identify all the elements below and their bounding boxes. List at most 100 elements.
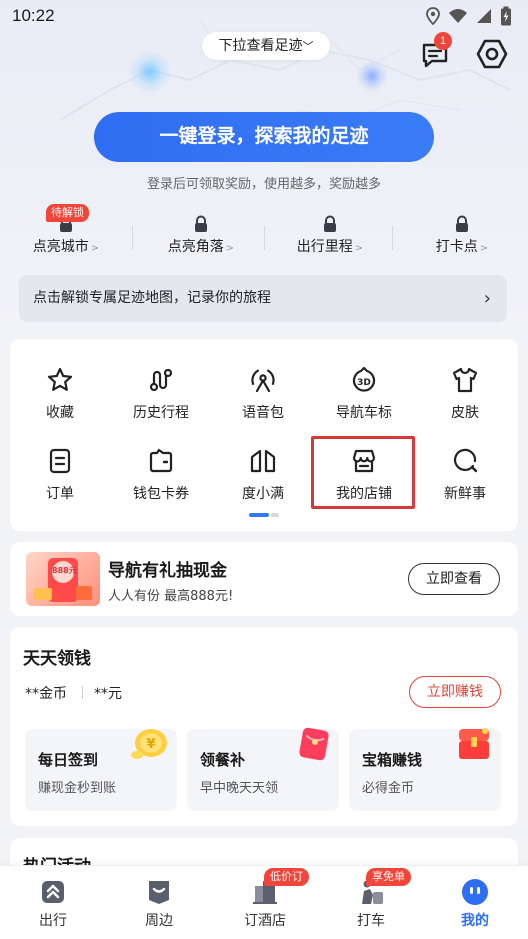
earn-now-button[interactable]: 立即赚钱: [409, 676, 501, 708]
pull-down-footprint-hint[interactable]: 下拉查看足迹﹀: [202, 32, 330, 60]
func-navigation-car-logo[interactable]: 3D 导航车标: [314, 366, 414, 436]
stat-label: 打卡点: [435, 239, 478, 255]
func-label: 皮肤: [451, 405, 479, 421]
task-title: 领餐补: [200, 751, 246, 769]
promo-title: 导航有礼抽现金: [108, 561, 227, 581]
route-icon: [149, 368, 173, 392]
chevron-down-icon: ﹀: [302, 40, 314, 53]
stat-label: 点亮角落: [167, 239, 224, 255]
unlock-footprint-map-banner[interactable]: 点击解锁专属足迹地图，记录你的旅程 ›: [19, 275, 507, 322]
func-label: 钱包卡券: [133, 486, 189, 502]
earn-title: 天天领钱: [23, 649, 91, 669]
message-badge: 1: [434, 32, 452, 50]
duxiaoman-icon: [250, 449, 276, 473]
balance-divider: [82, 686, 83, 699]
nav-nearby[interactable]: 周边: [106, 866, 212, 939]
nav-hotel[interactable]: 订酒店 低价订: [212, 866, 318, 939]
grid-page-indicator: [249, 513, 279, 517]
func-skin[interactable]: 皮肤: [415, 366, 515, 436]
stat-divider: [392, 226, 393, 250]
wifi-icon: [449, 9, 467, 23]
taxi-free-ride-badge: 享免单: [366, 868, 411, 886]
func-orders[interactable]: 订单: [10, 447, 110, 517]
view-now-button[interactable]: 立即查看: [408, 563, 500, 595]
svg-text:¥: ¥: [146, 737, 155, 752]
task-subtitle: 必得金币: [362, 781, 415, 796]
cash-balance: **元: [94, 686, 122, 702]
nav-label: 订酒店: [244, 913, 286, 929]
nav-label: 出行: [39, 913, 67, 929]
promo-card[interactable]: 888元 导航有礼抽现金 人人有份 最高888元! 立即查看: [10, 542, 518, 616]
gold-coin-icon: ¥: [131, 729, 167, 759]
status-bar: 10:22: [0, 0, 528, 30]
stat-lit-corners[interactable]: 点亮角落 >: [135, 208, 267, 262]
promo-image: 888元: [26, 552, 100, 606]
stat-label: 点亮城市: [32, 239, 89, 255]
func-label: 新鲜事: [444, 486, 486, 502]
chevron-right-icon: >: [354, 243, 364, 254]
func-label: 度小满: [242, 486, 284, 502]
battery-icon: [501, 6, 511, 26]
status-time: 10:22: [12, 6, 55, 25]
lock-icon: [195, 215, 207, 232]
task-title: 宝箱赚钱: [362, 751, 423, 769]
promo-image-label: 888元: [52, 566, 77, 575]
func-wallet-coupons[interactable]: 钱包卡券: [111, 447, 211, 517]
to-unlock-badge: 待解锁: [46, 204, 89, 222]
func-voice-pack[interactable]: 语音包: [213, 366, 313, 436]
nav-travel[interactable]: 出行: [0, 866, 106, 939]
order-icon: [49, 448, 71, 474]
nav-label: 我的: [461, 913, 489, 929]
task-daily-check-in[interactable]: 每日签到 赚现金秒到账 ¥: [25, 729, 177, 811]
lock-icon: [456, 215, 468, 232]
wallet-icon: [149, 448, 173, 473]
task-subtitle: 早中晚天天领: [200, 781, 279, 796]
signal-icon: [477, 9, 491, 23]
nav-profile[interactable]: 我的: [422, 866, 528, 939]
func-label: 订单: [46, 486, 74, 502]
treasure-chest-icon: [459, 728, 489, 759]
shirt-icon: [452, 367, 478, 393]
stat-label: 出行里程: [296, 239, 353, 255]
coin-balance: **金币: [25, 686, 67, 702]
func-duxiaoman[interactable]: 度小满: [213, 447, 313, 517]
stat-travel-mileage[interactable]: 出行里程 >: [264, 208, 396, 262]
task-meal-allowance[interactable]: 领餐补 早中晚天天领: [187, 727, 339, 811]
lock-icon: [324, 215, 336, 232]
stat-divider: [132, 226, 133, 250]
voice-pack-icon: [251, 369, 275, 393]
promo-subtitle: 人人有份 最高888元!: [108, 589, 234, 604]
profile-icon: [462, 879, 488, 905]
nav-label: 打车: [357, 913, 385, 929]
func-news[interactable]: 新鲜事: [415, 447, 515, 517]
travel-icon: [42, 881, 64, 903]
chevron-right-icon: >: [479, 243, 489, 254]
task-treasure-chest[interactable]: 宝箱赚钱 必得金币: [349, 728, 501, 811]
chevron-right-icon: ›: [483, 288, 491, 309]
chevron-right-icon: >: [90, 243, 100, 254]
task-title: 每日签到: [38, 751, 99, 769]
chevron-right-icon: >: [225, 243, 235, 254]
stat-check-in-points[interactable]: 打卡点 >: [396, 208, 528, 262]
func-label: 导航车标: [336, 405, 392, 421]
settings-icon[interactable]: [476, 38, 508, 70]
star-icon: [47, 367, 73, 391]
bottom-navigation: 出行 周边 订酒店 低价订 打车 享免单 我的: [0, 865, 528, 939]
my-shop-highlight-box: [311, 436, 415, 509]
hotel-low-price-badge: 低价订: [264, 868, 309, 886]
news-icon: [454, 448, 478, 473]
one-click-login-button[interactable]: 一键登录，探索我的足迹: [94, 112, 434, 162]
red-envelope-icon: [299, 727, 329, 761]
pull-hint-label: 下拉查看足迹: [218, 38, 303, 54]
nav-label: 周边: [145, 913, 173, 929]
car-logo-3d-icon: 3D: [352, 366, 376, 392]
func-label: 语音包: [242, 405, 284, 421]
nav-taxi[interactable]: 打车 享免单: [318, 866, 424, 939]
nearby-icon: [149, 881, 169, 904]
func-label: 收藏: [46, 405, 74, 421]
func-label: 历史行程: [133, 405, 189, 421]
location-icon: [426, 7, 440, 25]
func-favorites[interactable]: 收藏: [10, 366, 110, 436]
func-trip-history[interactable]: 历史行程: [111, 366, 211, 436]
daily-earn-card: 天天领钱 **金币 **元 立即赚钱 每日签到 赚现金秒到账 ¥ 领餐补 早中晚…: [10, 627, 518, 826]
